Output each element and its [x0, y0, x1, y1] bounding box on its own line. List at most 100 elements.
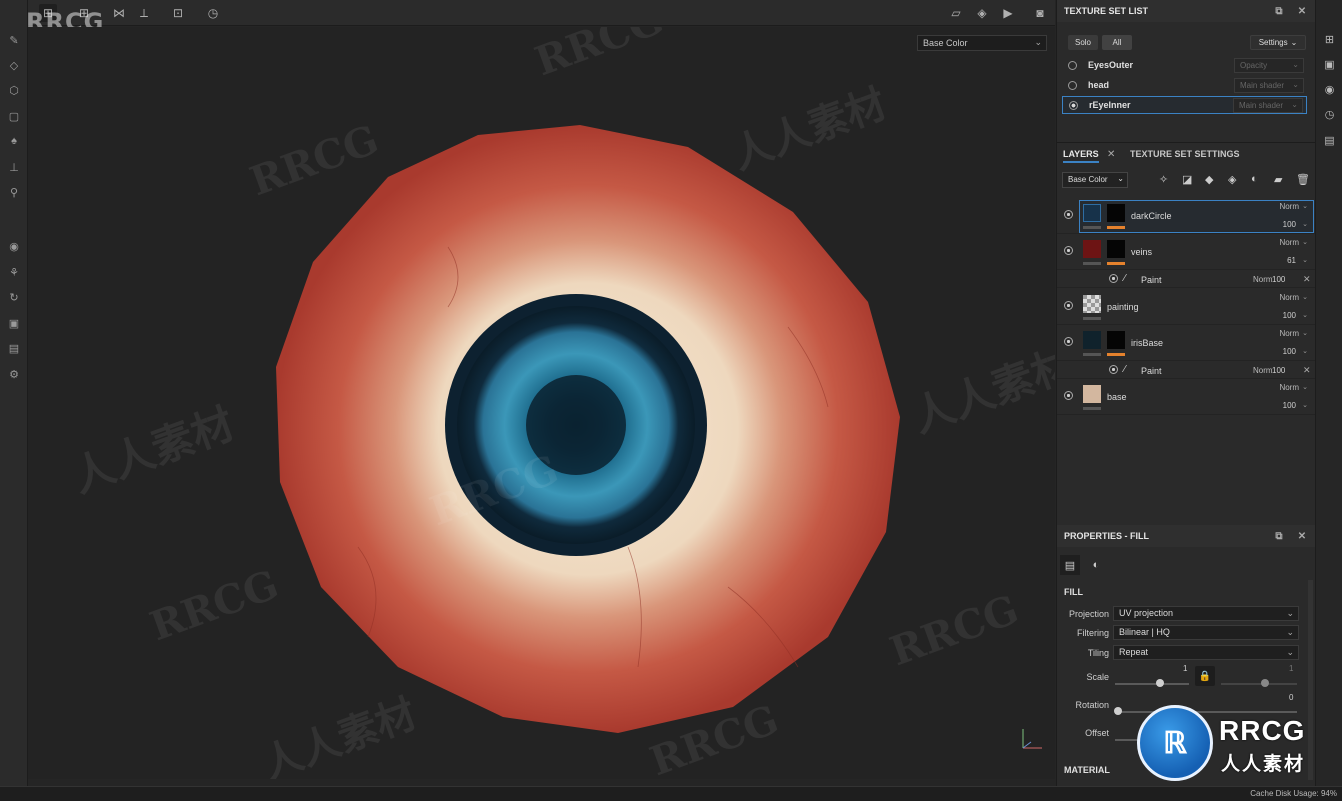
visibility-eye-icon[interactable] [1064, 391, 1073, 400]
add-frame-icon[interactable]: ⊡ [169, 4, 187, 22]
settings-button[interactable]: Settings ⌄ [1250, 35, 1306, 50]
sublayer-row[interactable]: ⁄ Paint Norm 100 ✕ [1057, 270, 1316, 288]
close-icon[interactable]: ✕ [1107, 149, 1115, 160]
symmetry-icon[interactable]: ⋈ [110, 4, 128, 22]
layer-row[interactable]: base Norm ⌄ 100 ⌄ [1057, 379, 1316, 415]
radio-button[interactable] [1069, 100, 1078, 110]
chevron-down-icon: ⌄ [1286, 608, 1294, 618]
blend-mode[interactable]: Norm [1279, 383, 1299, 392]
photoshop-icon[interactable]: ▣ [6, 315, 22, 331]
solo-button[interactable]: Solo [1068, 35, 1098, 50]
delete-icon[interactable]: 🗑 [1296, 173, 1310, 186]
geometry-mask-icon[interactable]: ▢ [6, 108, 22, 124]
add-effect-icon[interactable]: ✧ [1159, 173, 1168, 186]
add-mask-icon[interactable]: ◪ [1182, 173, 1192, 186]
smudge-icon[interactable]: ♠ [6, 133, 22, 149]
selection-mode-icon[interactable]: ▱ [947, 4, 965, 22]
shader-settings-icon[interactable]: ◉ [1322, 82, 1337, 97]
log-icon[interactable]: ▤ [1322, 133, 1337, 148]
cube-view-icon[interactable]: ◈ [973, 4, 991, 22]
viewport-channel-select[interactable]: Base Color ⌄ [917, 35, 1047, 51]
radio-button[interactable] [1068, 80, 1077, 90]
sync-icon[interactable]: ↻ [6, 289, 22, 305]
color-picker-icon[interactable]: ⚲ [6, 184, 22, 200]
blend-mode[interactable]: Norm [1279, 329, 1299, 338]
layer-row[interactable]: painting Norm ⌄ 100 ⌄ [1057, 289, 1316, 325]
shader-select[interactable]: Main shader ⌄ [1234, 77, 1304, 93]
projection-icon[interactable]: ⬡ [6, 82, 22, 98]
tiling-select[interactable]: Repeat ⌄ [1113, 645, 1299, 660]
layer-opacity[interactable]: 100 [1283, 401, 1296, 410]
layer-opacity[interactable]: 100 [1283, 347, 1296, 356]
blend-mode[interactable]: Norm [1279, 293, 1299, 302]
add-paint-layer-icon[interactable]: ◐ [1251, 173, 1258, 185]
visibility-eye-icon[interactable] [1064, 210, 1073, 219]
layer-row[interactable]: darkCircle Norm ⌄ 100 ⌄ [1057, 198, 1316, 234]
blend-mode[interactable]: Norm [1253, 366, 1273, 375]
fill-tab-icon[interactable]: ▤ [1060, 555, 1080, 575]
blend-mode[interactable]: Norm [1253, 275, 1273, 284]
visibility-eye-icon[interactable] [1109, 365, 1118, 374]
all-button[interactable]: All [1102, 35, 1132, 50]
sublayer-opacity[interactable]: 100 [1272, 366, 1285, 375]
blend-mode[interactable]: Norm [1279, 202, 1299, 211]
history-icon[interactable]: ◷ [1322, 107, 1337, 122]
layers-channel-select[interactable]: Base Color ⌄ [1062, 172, 1128, 188]
texture-set-row[interactable]: head Main shader ⌄ [1062, 76, 1307, 94]
layer-opacity[interactable]: 100 [1283, 220, 1296, 229]
display-settings-icon[interactable]: ▣ [1322, 57, 1337, 72]
history-icon[interactable]: ◷ [204, 4, 222, 22]
symmetry-vertical-icon[interactable]: ⟂ [135, 4, 153, 22]
scale-v-slider-knob[interactable] [1261, 679, 1269, 687]
camera-video-icon[interactable]: ▶ [999, 4, 1017, 22]
iray-icon[interactable]: ⚘ [6, 264, 22, 280]
bake-icon[interactable]: ◉ [6, 238, 22, 254]
scale-v-value[interactable]: 1 [1289, 664, 1293, 673]
shader-select[interactable]: Main shader ⌄ [1233, 97, 1303, 113]
layer-opacity[interactable]: 100 [1283, 311, 1296, 320]
clone-stamp-icon[interactable]: ⊥ [6, 159, 22, 175]
layer-row[interactable]: veins Norm ⌄ 61 ⌄ [1057, 234, 1316, 270]
add-folder-icon[interactable]: ▰ [1274, 173, 1282, 186]
rotation-value[interactable]: 0 [1289, 693, 1293, 702]
undock-icon[interactable]: ⧉ [1272, 529, 1286, 543]
scale-u-value[interactable]: 1 [1183, 664, 1187, 673]
texture-set-row[interactable]: rEyeInner Main shader ⌄ [1062, 96, 1307, 114]
paint-brush-icon[interactable]: ✎ [6, 32, 22, 48]
close-icon[interactable]: ✕ [1295, 4, 1309, 18]
material-tab-icon[interactable]: ◐ [1086, 555, 1106, 575]
shader-select[interactable]: Opacity ⌄ [1234, 57, 1304, 73]
texture-set-row[interactable]: EyesOuter Opacity ⌄ [1062, 56, 1307, 74]
settings-icon[interactable]: ⚙ [6, 366, 22, 382]
sublayer-row[interactable]: ⁄ Paint Norm 100 ✕ [1057, 361, 1316, 379]
rotation-slider-knob[interactable] [1114, 707, 1122, 715]
blend-mode[interactable]: Norm [1279, 238, 1299, 247]
scale-v-slider[interactable] [1221, 683, 1297, 685]
filtering-select[interactable]: Bilinear | HQ ⌄ [1113, 625, 1299, 640]
close-icon[interactable]: ✕ [1303, 274, 1311, 285]
tab-layers[interactable]: LAYERS [1063, 149, 1099, 163]
eraser-icon[interactable]: ◇ [6, 57, 22, 73]
undock-icon[interactable]: ⧉ [1272, 4, 1286, 18]
projection-select[interactable]: UV projection ⌄ [1113, 606, 1299, 621]
scale-u-slider[interactable] [1115, 683, 1189, 685]
visibility-eye-icon[interactable] [1064, 301, 1073, 310]
visibility-eye-icon[interactable] [1064, 337, 1073, 346]
add-layer-icon[interactable]: ◆ [1205, 173, 1213, 186]
close-icon[interactable]: ✕ [1295, 529, 1309, 543]
visibility-eye-icon[interactable] [1064, 246, 1073, 255]
visibility-eye-icon[interactable] [1109, 274, 1118, 283]
tab-texture-set-settings[interactable]: TEXTURE SET SETTINGS [1130, 149, 1240, 163]
scale-u-slider-knob[interactable] [1156, 679, 1164, 687]
radio-button[interactable] [1068, 60, 1077, 70]
close-icon[interactable]: ✕ [1303, 365, 1311, 376]
layer-opacity[interactable]: 61 [1287, 256, 1296, 265]
screenshot-camera-icon[interactable]: ◙ [1031, 4, 1049, 22]
layer-row[interactable]: irisBase Norm ⌄ 100 ⌄ [1057, 325, 1316, 361]
export-icon[interactable]: ▤ [6, 340, 22, 356]
texture-set-list-icon[interactable]: ⊞ [1322, 32, 1337, 47]
lock-icon[interactable]: 🔒 [1195, 666, 1215, 686]
add-fill-layer-icon[interactable]: ◈ [1228, 173, 1236, 186]
sublayer-opacity[interactable]: 100 [1272, 275, 1285, 284]
3d-viewport[interactable]: RRCG RRCG 人人素材 人人素材 RRCG RRCG 人人素材 人人素材 … [28, 27, 1055, 779]
